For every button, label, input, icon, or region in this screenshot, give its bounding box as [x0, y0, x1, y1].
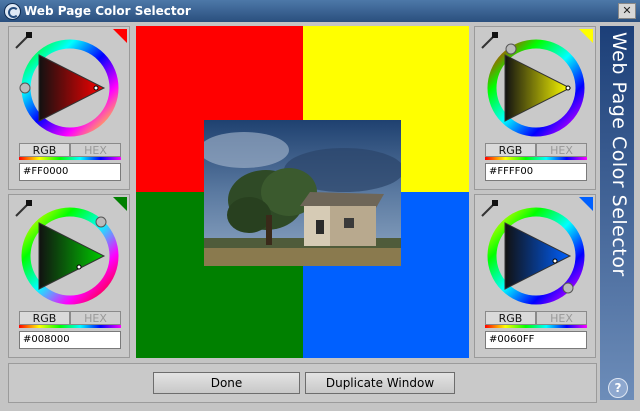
- color-panel-top-right: RGB HEX #FFFF00: [474, 26, 596, 190]
- done-button[interactable]: Done: [153, 372, 300, 394]
- color-wheel[interactable]: [485, 37, 587, 139]
- help-icon: ?: [614, 381, 622, 395]
- color-wheel[interactable]: [19, 205, 121, 307]
- spectrum-bar[interactable]: [485, 157, 587, 160]
- color-panel-bottom-right: RGB HEX #0060FF: [474, 194, 596, 358]
- hex-value-field[interactable]: #008000: [19, 331, 121, 349]
- tab-rgb[interactable]: RGB: [19, 311, 70, 325]
- close-button[interactable]: ✕: [618, 3, 636, 19]
- sidebar-title: Web Page Color Selector: [608, 32, 630, 277]
- hex-value-field[interactable]: #0060FF: [485, 331, 587, 349]
- tab-hex[interactable]: HEX: [536, 311, 587, 325]
- hex-value-field[interactable]: #FFFF00: [485, 163, 587, 181]
- sample-photo: [204, 120, 401, 266]
- color-wheel[interactable]: [485, 205, 587, 307]
- button-bar: Done Duplicate Window: [8, 363, 597, 403]
- mode-tabs: RGB HEX: [19, 143, 121, 157]
- color-panel-bottom-left: RGB HEX #008000: [8, 194, 130, 358]
- color-wheel[interactable]: [19, 37, 121, 139]
- tab-hex[interactable]: HEX: [70, 311, 121, 325]
- spectrum-bar[interactable]: [19, 157, 121, 160]
- mode-tabs: RGB HEX: [485, 311, 587, 325]
- tab-rgb[interactable]: RGB: [485, 143, 536, 157]
- window-title: Web Page Color Selector: [24, 4, 191, 18]
- color-panel-top-left: RGB HEX #FF0000: [8, 26, 130, 190]
- spectrum-bar[interactable]: [485, 325, 587, 328]
- app-window: Web Page Color Selector ✕ RGB HEX #FF000…: [0, 0, 640, 411]
- sidebar-banner: Web Page Color Selector ?: [600, 26, 634, 400]
- tab-rgb[interactable]: RGB: [485, 311, 536, 325]
- close-icon: ✕: [622, 4, 632, 17]
- duplicate-window-button[interactable]: Duplicate Window: [305, 372, 455, 394]
- mode-tabs: RGB HEX: [485, 143, 587, 157]
- title-bar[interactable]: Web Page Color Selector ✕: [0, 0, 640, 22]
- mode-tabs: RGB HEX: [19, 311, 121, 325]
- app-icon: [4, 3, 21, 20]
- hex-value-field[interactable]: #FF0000: [19, 163, 121, 181]
- tab-hex[interactable]: HEX: [70, 143, 121, 157]
- tab-hex[interactable]: HEX: [536, 143, 587, 157]
- help-button[interactable]: ?: [608, 378, 628, 398]
- spectrum-bar[interactable]: [19, 325, 121, 328]
- tab-rgb[interactable]: RGB: [19, 143, 70, 157]
